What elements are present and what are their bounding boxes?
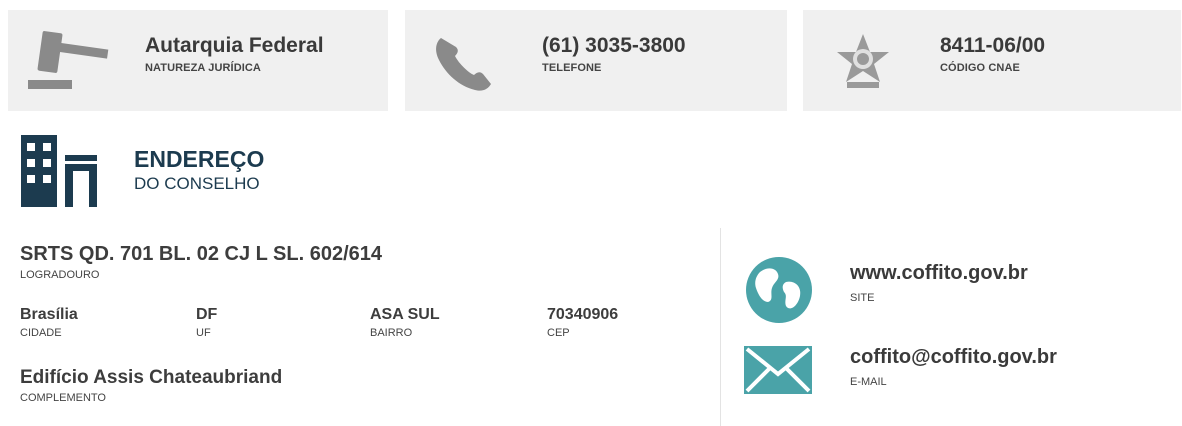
logradouro-label: LOGRADOURO — [20, 269, 100, 281]
building-icon — [21, 135, 97, 212]
email-label: E-MAIL — [850, 376, 887, 388]
telefone-value: (61) 3035-3800 — [542, 34, 686, 57]
field-bairro: ASA SUL BAIRRO — [370, 306, 440, 339]
info-card-natureza-juridica: Autarquia Federal NATUREZA JURÍDICA — [8, 10, 388, 111]
field-cep: 70340906 CEP — [547, 306, 618, 339]
field-cidade: Brasília CIDADE — [20, 306, 78, 339]
logradouro-value: SRTS QD. 701 BL. 02 CJ L SL. 602/614 — [20, 243, 383, 265]
info-card-codigo-cnae: 8411-06/00 CÓDIGO CNAE — [803, 10, 1181, 111]
field-complemento: Edifício Assis Chateaubriand COMPLEMENTO — [20, 367, 282, 404]
telefone-label: TELEFONE — [542, 62, 602, 74]
envelope-icon — [744, 346, 812, 399]
complemento-value: Edifício Assis Chateaubriand — [20, 367, 283, 388]
cep-value: 70340906 — [547, 306, 619, 323]
complemento-label: COMPLEMENTO — [20, 392, 106, 404]
contact-site: www.coffito.gov.br SITE — [744, 254, 1164, 324]
info-card-telefone: (61) 3035-3800 TELEFONE — [405, 10, 787, 111]
cidade-value: Brasília — [20, 306, 78, 323]
address-section-header: ENDEREÇO DO CONSELHO — [21, 135, 421, 210]
phone-icon — [433, 34, 495, 97]
field-uf: DF UF — [196, 306, 217, 339]
brazil-coat-of-arms-icon — [833, 32, 893, 97]
cidade-label: CIDADE — [20, 327, 62, 339]
natureza-juridica-value: Autarquia Federal — [145, 34, 324, 57]
uf-label: UF — [196, 327, 211, 339]
globe-icon — [744, 256, 814, 329]
site-value[interactable]: www.coffito.gov.br — [850, 262, 1028, 285]
codigo-cnae-label: CÓDIGO CNAE — [940, 62, 1020, 74]
bairro-value: ASA SUL — [370, 306, 440, 323]
bairro-label: BAIRRO — [370, 327, 413, 339]
section-subtitle: DO CONSELHO — [134, 174, 260, 193]
vertical-divider — [720, 228, 721, 426]
codigo-cnae-value: 8411-06/00 — [940, 34, 1046, 57]
site-label: SITE — [850, 292, 875, 304]
contact-email: coffito@coffito.gov.br E-MAIL — [744, 338, 1164, 408]
section-title: ENDEREÇO — [134, 146, 265, 172]
natureza-juridica-label: NATUREZA JURÍDICA — [145, 62, 261, 74]
email-value[interactable]: coffito@coffito.gov.br — [850, 346, 1057, 369]
field-logradouro: SRTS QD. 701 BL. 02 CJ L SL. 602/614 LOG… — [20, 243, 382, 281]
uf-value: DF — [196, 306, 218, 323]
gavel-icon — [26, 30, 116, 97]
cep-label: CEP — [547, 327, 570, 339]
